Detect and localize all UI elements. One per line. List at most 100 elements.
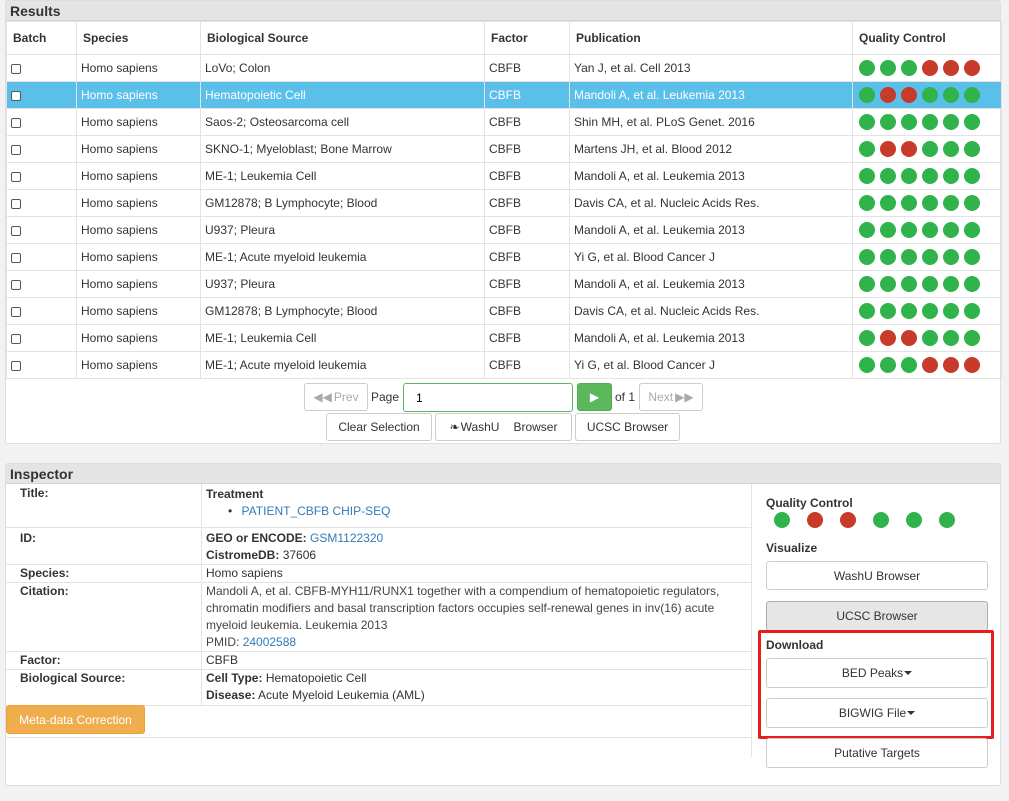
clear-selection-button[interactable]: Clear Selection <box>326 413 432 441</box>
table-row[interactable]: Homo sapiens Saos-2; Osteosarcoma cell CBF… <box>6 108 1002 136</box>
pmid-link[interactable]: 24002588 <box>243 635 296 649</box>
species-cell: Homo sapiens <box>76 108 201 136</box>
qc-pass-dot <box>880 60 896 76</box>
quality-control-cell <box>852 135 1002 163</box>
col-species[interactable]: Species <box>76 21 201 55</box>
ucsc-browser-button[interactable]: UCSC Browser <box>575 413 680 441</box>
qc-fail-dot <box>943 60 959 76</box>
divider <box>201 484 202 706</box>
batch-checkbox[interactable] <box>11 63 21 74</box>
qc-pass-dot <box>901 168 917 184</box>
treatment-link[interactable]: PATIENT_CBFB CHIP-SEQ <box>242 504 391 518</box>
go-page-button[interactable]: ▶ <box>577 383 612 411</box>
qc-pass-dot <box>880 357 896 373</box>
double-chevron-left-icon: ◀◀ <box>313 390 332 404</box>
factor-cell: CBFB <box>484 54 570 82</box>
batch-cell <box>6 297 77 325</box>
quality-control-cell <box>852 243 1002 271</box>
table-row[interactable]: Homo sapiens Hematopoietic Cell CBFB Mandol… <box>6 81 1002 109</box>
side-qc-dots <box>772 512 955 528</box>
pmid-line: PMID: 24002588 <box>206 634 751 651</box>
batch-checkbox[interactable] <box>11 306 21 317</box>
species-cell: Homo sapiens <box>76 54 201 82</box>
batch-checkbox[interactable] <box>11 144 21 155</box>
quality-control-cell <box>852 162 1002 190</box>
qc-pass-dot <box>964 195 980 211</box>
species-cell: Homo sapiens <box>76 243 201 271</box>
geo-label: GEO or ENCODE: <box>206 531 307 545</box>
qc-pass-dot <box>964 276 980 292</box>
qc-dots <box>857 141 997 157</box>
table-row[interactable]: Homo sapiens LoVo; Colon CBFB Yan J, et al.… <box>6 54 1002 82</box>
batch-checkbox[interactable] <box>11 90 21 101</box>
table-row[interactable]: Homo sapiens ME-1; Leukemia Cell CBFB Mando… <box>6 162 1002 190</box>
publication-cell: Yan J, et al. Cell 2013 <box>569 54 853 82</box>
next-page-button[interactable]: Next ▶▶ <box>639 383 703 411</box>
qc-dots <box>857 87 997 103</box>
qc-pass-dot <box>880 222 896 238</box>
metadata-correction-label: Meta-data Correction <box>19 712 132 727</box>
table-row[interactable]: Homo sapiens GM12878; B Lymphocyte; Blood… <box>6 189 1002 217</box>
table-row[interactable]: Homo sapiens GM12878; B Lymphocyte; Blood… <box>6 297 1002 325</box>
disease-label: Disease: <box>206 688 256 702</box>
side-washu-browser-button[interactable]: WashU Browser <box>766 561 988 590</box>
batch-checkbox[interactable] <box>11 252 21 263</box>
table-row[interactable]: Homo sapiens ME-1; Acute myeloid leukemia… <box>6 243 1002 271</box>
table-row[interactable]: Homo sapiens U937; Pleura CBFB Mandoli A, e… <box>6 270 1002 298</box>
washu-browser-button[interactable]: ❧ WashU Browser <box>435 413 572 441</box>
side-ucsc-browser-button[interactable]: UCSC Browser <box>766 601 988 631</box>
qc-fail-dot <box>964 60 980 76</box>
batch-checkbox[interactable] <box>11 198 21 209</box>
download-title: Download <box>766 638 824 652</box>
bed-peaks-button[interactable]: BED Peaks <box>766 658 988 688</box>
table-row[interactable]: Homo sapiens ME-1; Acute myeloid leukemia… <box>6 351 1002 379</box>
metadata-correction-button[interactable]: Meta-data Correction <box>6 705 145 734</box>
qc-pass-dot <box>880 276 896 292</box>
geo-link[interactable]: GSM1122320 <box>310 531 383 545</box>
batch-checkbox[interactable] <box>11 279 21 290</box>
qc-pass-dot <box>964 114 980 130</box>
species-cell: Homo sapiens <box>76 135 201 163</box>
batch-checkbox[interactable] <box>11 333 21 344</box>
table-row[interactable]: Homo sapiens SKNO-1; Myeloblast; Bone Mar… <box>6 135 1002 163</box>
batch-cell <box>6 162 77 190</box>
factor-cell: CBFB <box>484 324 570 352</box>
biological-source-cell: Saos-2; Osteosarcoma cell <box>200 108 485 136</box>
clear-selection-label: Clear Selection <box>338 420 420 434</box>
qc-pass-dot <box>922 330 938 346</box>
factor-cell: CBFB <box>484 216 570 244</box>
geo-line: GEO or ENCODE: GSM1122320 <box>206 530 751 547</box>
qc-pass-dot <box>859 114 875 130</box>
qc-fail-dot <box>901 141 917 157</box>
publication-cell: Mandoli A, et al. Leukemia 2013 <box>569 324 853 352</box>
col-quality-control[interactable]: Quality Control <box>852 21 1002 55</box>
col-batch[interactable]: Batch <box>6 21 77 55</box>
col-publication[interactable]: Publication <box>569 21 853 55</box>
batch-cell <box>6 216 77 244</box>
batch-checkbox[interactable] <box>11 117 21 128</box>
qc-pass-dot <box>964 330 980 346</box>
page-input[interactable] <box>403 383 573 412</box>
page-label: Page <box>371 390 400 404</box>
side-qc-title: Quality Control <box>766 496 853 510</box>
cell-type-label: Cell Type: <box>206 671 263 685</box>
batch-checkbox[interactable] <box>11 360 21 371</box>
factor-value: CBFB <box>206 653 239 667</box>
factor-cell: CBFB <box>484 135 570 163</box>
batch-cell <box>6 54 77 82</box>
qc-fail-dot <box>880 87 896 103</box>
table-row[interactable]: Homo sapiens U937; Pleura CBFB Mandoli A, e… <box>6 216 1002 244</box>
col-factor[interactable]: Factor <box>484 21 570 55</box>
col-biological-source[interactable]: Biological Source <box>200 21 485 55</box>
batch-checkbox[interactable] <box>11 225 21 236</box>
putative-targets-label: Putative Targets <box>834 746 920 760</box>
batch-checkbox[interactable] <box>11 171 21 182</box>
putative-targets-button[interactable]: Putative Targets <box>766 738 988 768</box>
batch-cell <box>6 351 77 379</box>
table-row[interactable]: Homo sapiens ME-1; Leukemia Cell CBFB Mando… <box>6 324 1002 352</box>
biological-source-cell: ME-1; Leukemia Cell <box>200 162 485 190</box>
qc-pass-dot <box>873 512 889 528</box>
prev-page-button[interactable]: ◀◀ Prev <box>304 383 368 411</box>
id-block: GEO or ENCODE: GSM1122320 CistromeDB: 37… <box>206 530 751 564</box>
bigwig-file-button[interactable]: BIGWIG File <box>766 698 988 728</box>
